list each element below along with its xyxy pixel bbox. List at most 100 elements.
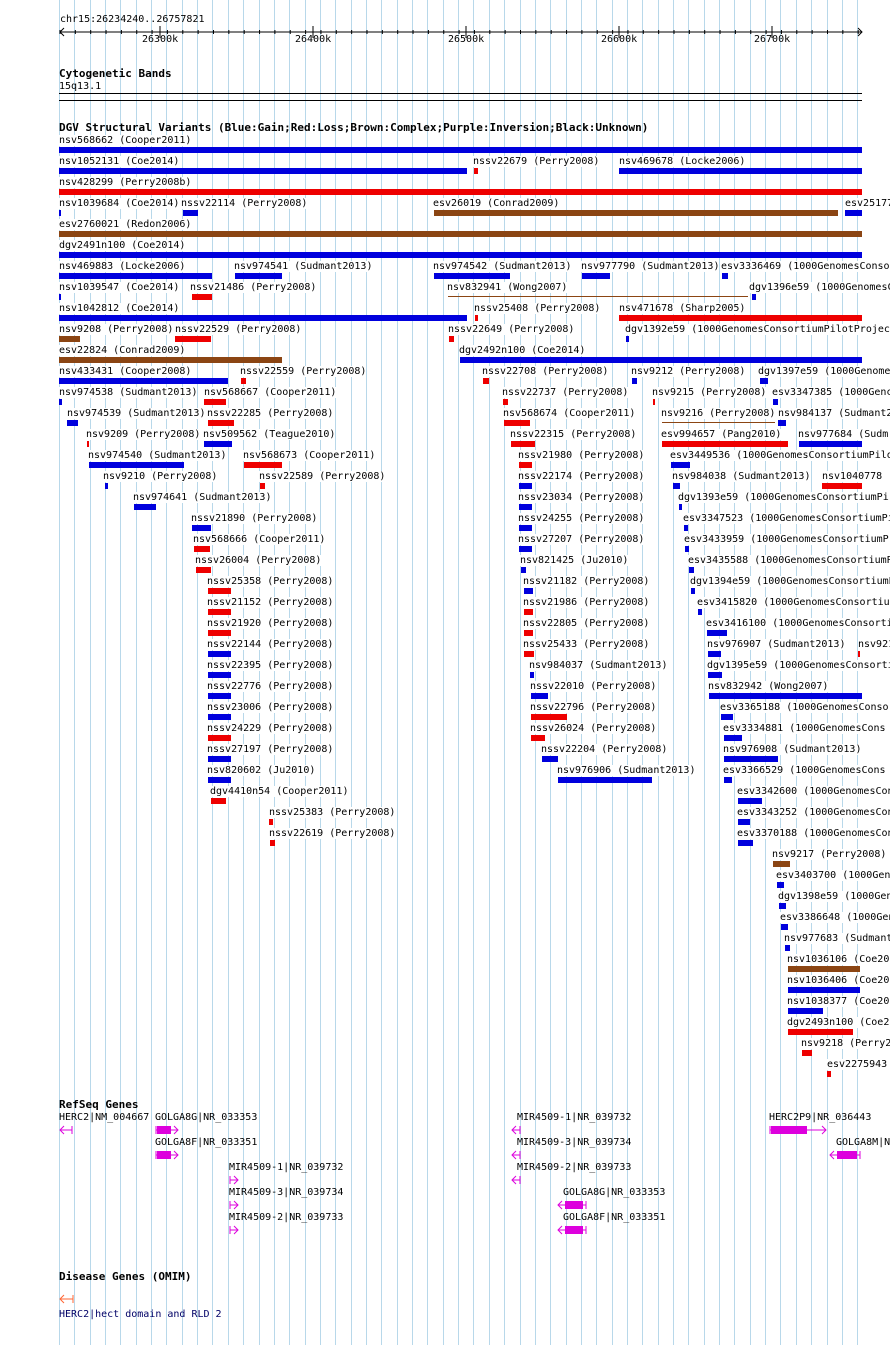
variant-gain-bar[interactable] xyxy=(89,462,184,468)
variant-label[interactable]: dgv1394e59 (1000GenomesConsortiumP xyxy=(690,576,890,587)
variant-loss-bar[interactable] xyxy=(524,630,533,636)
variant-label[interactable]: esv25177 xyxy=(845,198,890,209)
variant-label[interactable]: nsv977790 (Sudmant2013) xyxy=(581,261,720,272)
variant-label[interactable]: dgv1395e59 (1000GenomesConsortiu xyxy=(707,660,890,671)
variant-label[interactable]: nsv976907 (Sudmant2013) xyxy=(707,639,846,650)
variant-gain-bar[interactable] xyxy=(235,273,282,279)
variant-label[interactable]: nssv21486 (Perry2008) xyxy=(190,282,317,293)
variant-label[interactable]: esv3416100 (1000GenomesConsortiu xyxy=(706,618,890,629)
variant-gain-bar[interactable] xyxy=(59,147,862,153)
variant-loss-bar[interactable] xyxy=(531,714,567,720)
variant-loss-bar[interactable] xyxy=(802,1050,812,1056)
variant-label[interactable]: nssv25383 (Perry2008) xyxy=(269,807,396,818)
variant-loss-bar[interactable] xyxy=(208,735,231,741)
refseq-gene-label[interactable]: GOLGA8G|NR_033353 xyxy=(155,1112,257,1123)
variant-gain-bar[interactable] xyxy=(778,420,786,426)
refseq-gene-label[interactable]: GOLGA8G|NR_033353 xyxy=(563,1187,665,1198)
variant-label[interactable]: nssv25433 (Perry2008) xyxy=(523,639,650,650)
variant-label[interactable]: nssv21152 (Perry2008) xyxy=(207,597,334,608)
variant-complex-bar[interactable] xyxy=(59,336,80,342)
variant-gain-bar[interactable] xyxy=(619,168,862,174)
variant-label[interactable]: nsv1038377 (Coe20 xyxy=(787,996,890,1007)
variant-label[interactable]: esv3334881 (1000GenomesCons xyxy=(723,723,886,734)
variant-gain-bar[interactable] xyxy=(59,399,62,405)
variant-gain-bar[interactable] xyxy=(531,693,548,699)
refseq-gene-glyph[interactable] xyxy=(769,1124,829,1136)
variant-gain-bar[interactable] xyxy=(785,945,790,951)
variant-gain-bar[interactable] xyxy=(698,609,702,615)
variant-label[interactable]: nsv976906 (Sudmant2013) xyxy=(557,765,696,776)
variant-label[interactable]: nsv568662 (Cooper2011) xyxy=(59,135,192,146)
variant-label[interactable]: nsv1036406 (Coe20 xyxy=(787,975,890,986)
variant-loss-bar[interactable] xyxy=(653,399,655,405)
variant-gain-bar[interactable] xyxy=(788,1008,823,1014)
variant-loss-bar[interactable] xyxy=(244,462,282,468)
variant-label[interactable]: nssv22805 (Perry2008) xyxy=(523,618,650,629)
variant-label[interactable]: nsv471678 (Sharp2005) xyxy=(619,303,746,314)
variant-loss-bar[interactable] xyxy=(208,420,234,426)
variant-label[interactable]: nsv974540 (Sudmant2013) xyxy=(88,450,227,461)
variant-complex-bar[interactable] xyxy=(448,296,748,297)
variant-label[interactable]: nssv22114 (Perry2008) xyxy=(181,198,308,209)
variant-loss-bar[interactable] xyxy=(192,294,212,300)
variant-gain-bar[interactable] xyxy=(519,525,532,531)
variant-label[interactable]: nssv22737 (Perry2008) xyxy=(502,387,629,398)
variant-label[interactable]: nssv22529 (Perry2008) xyxy=(175,324,302,335)
variant-loss-bar[interactable] xyxy=(87,441,89,447)
variant-gain-bar[interactable] xyxy=(208,693,231,699)
variant-label[interactable]: dgv2491n100 (Coe2014) xyxy=(59,240,186,251)
variant-label[interactable]: esv22824 (Conrad2009) xyxy=(59,345,186,356)
variant-label[interactable]: nssv22315 (Perry2008) xyxy=(510,429,637,440)
variant-gain-bar[interactable] xyxy=(208,672,231,678)
variant-loss-bar[interactable] xyxy=(194,546,210,552)
variant-label[interactable]: nssv21920 (Perry2008) xyxy=(207,618,334,629)
variant-label[interactable]: dgv1397e59 (1000Genome xyxy=(758,366,890,377)
refseq-gene-label[interactable]: MIR4509-2|NR_039733 xyxy=(517,1162,631,1173)
refseq-gene-glyph[interactable] xyxy=(829,1149,863,1161)
variant-label[interactable]: nsv509562 (Teague2010) xyxy=(203,429,336,440)
variant-loss-bar[interactable] xyxy=(449,336,454,342)
variant-gain-bar[interactable] xyxy=(671,462,690,468)
variant-label[interactable]: esv3347523 (1000GenomesConsortiumPi xyxy=(683,513,890,524)
variant-label[interactable]: nsv832942 (Wong2007) xyxy=(708,681,829,692)
variant-label[interactable]: nsv9216 (Perry2008) xyxy=(661,408,776,419)
variant-label[interactable]: esv3342600 (1000GenomesCon xyxy=(737,786,890,797)
refseq-gene-label[interactable]: HERC2|NM_004667 xyxy=(59,1112,149,1123)
variant-loss-bar[interactable] xyxy=(511,441,535,447)
variant-label[interactable]: nssv21890 (Perry2008) xyxy=(191,513,318,524)
variant-label[interactable]: esv3366529 (1000GenomesCons xyxy=(723,765,886,776)
variant-label[interactable]: esv3449536 (1000GenomesConsortiumPilo xyxy=(670,450,890,461)
variant-label[interactable]: nssv23006 (Perry2008) xyxy=(207,702,334,713)
variant-label[interactable]: nssv27197 (Perry2008) xyxy=(207,744,334,755)
variant-gain-bar[interactable] xyxy=(626,336,629,342)
variant-loss-bar[interactable] xyxy=(503,399,508,405)
variant-gain-bar[interactable] xyxy=(721,714,733,720)
variant-gain-bar[interactable] xyxy=(59,273,212,279)
variant-gain-bar[interactable] xyxy=(760,378,768,384)
variant-loss-bar[interactable] xyxy=(208,609,231,615)
refseq-gene-glyph[interactable] xyxy=(511,1149,523,1161)
variant-gain-bar[interactable] xyxy=(781,924,788,930)
variant-label[interactable]: nssv25408 (Perry2008) xyxy=(474,303,601,314)
variant-loss-bar[interactable] xyxy=(211,798,226,804)
variant-loss-bar[interactable] xyxy=(474,168,478,174)
variant-loss-bar[interactable] xyxy=(822,483,862,489)
variant-label[interactable]: dgv1393e59 (1000GenomesConsortiumPi xyxy=(678,492,889,503)
variant-label[interactable]: nsv9208 (Perry2008) xyxy=(59,324,174,335)
variant-complex-bar[interactable] xyxy=(773,861,790,867)
variant-label[interactable]: nsv974641 (Sudmant2013) xyxy=(133,492,272,503)
variant-label[interactable]: nsv568673 (Cooper2011) xyxy=(243,450,376,461)
variant-loss-bar[interactable] xyxy=(858,651,860,657)
variant-label[interactable]: nsv1052131 (Coe2014) xyxy=(59,156,180,167)
refseq-gene-glyph[interactable] xyxy=(557,1224,589,1236)
variant-gain-bar[interactable] xyxy=(105,483,108,489)
variant-label[interactable]: nsv820602 (Ju2010) xyxy=(207,765,316,776)
variant-label[interactable]: dgv1392e59 (1000GenomesConsortiumPilotPr… xyxy=(625,324,890,335)
variant-label[interactable]: nsv974541 (Sudmant2013) xyxy=(234,261,373,272)
variant-label[interactable]: dgv4410n54 (Cooper2011) xyxy=(210,786,349,797)
variant-loss-bar[interactable] xyxy=(524,651,534,657)
cytoband-label[interactable]: 15q13.1 xyxy=(59,81,101,92)
refseq-gene-glyph[interactable] xyxy=(229,1174,241,1186)
variant-gain-bar[interactable] xyxy=(689,567,694,573)
variant-label[interactable]: esv3336469 (1000GenomesConsortium xyxy=(721,261,890,272)
